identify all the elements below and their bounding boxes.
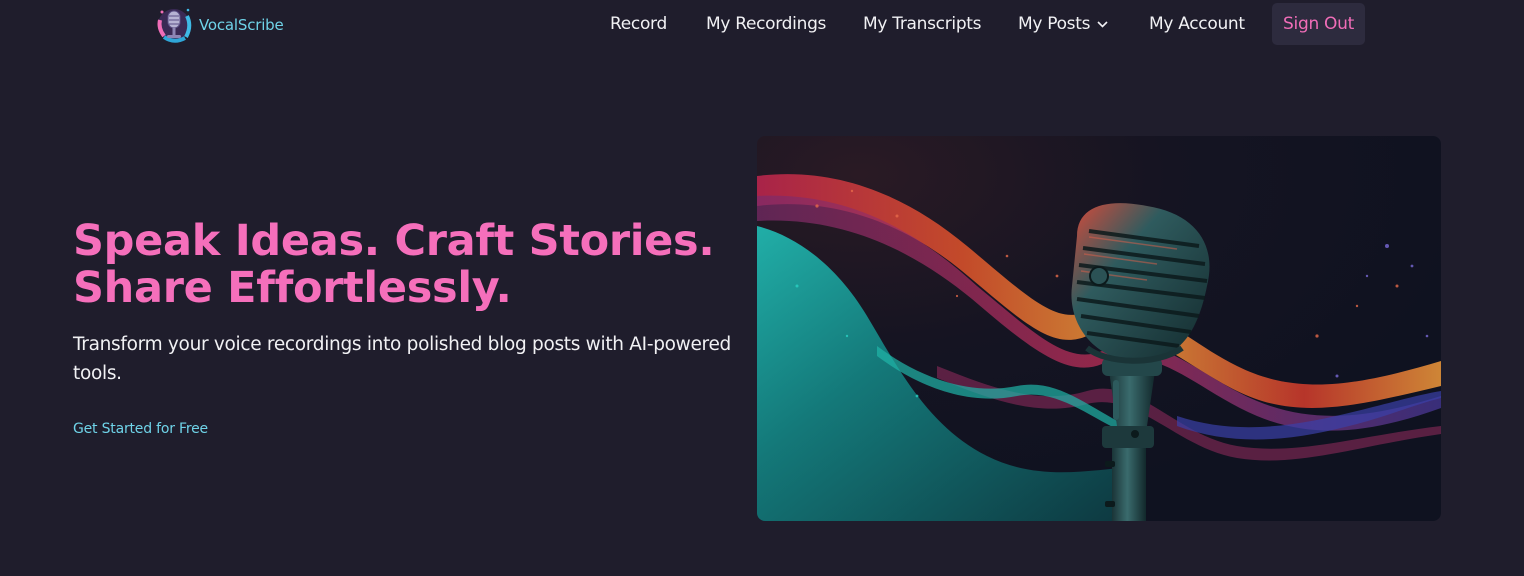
hero-subtitle: Transform your voice recordings into pol… <box>73 334 731 384</box>
microphone-sound-waves-illustration <box>757 136 1441 521</box>
chevron-down-icon <box>1097 20 1108 28</box>
nav-my-recordings[interactable]: My Recordings <box>706 3 826 45</box>
brand-name: VocalScribe <box>199 16 284 34</box>
get-started-link[interactable]: Get Started for Free <box>73 419 208 439</box>
microphone-logo-icon <box>157 8 192 43</box>
nav-my-posts-label: My Posts <box>1018 14 1091 34</box>
sign-out-button[interactable]: Sign Out <box>1272 3 1365 45</box>
hero-title: Speak Ideas. Craft Stories. Share Effort… <box>73 216 715 313</box>
nav-my-transcripts[interactable]: My Transcripts <box>863 3 982 45</box>
nav-my-account[interactable]: My Account <box>1149 3 1245 45</box>
nav-record[interactable]: Record <box>610 3 667 45</box>
brand-link[interactable]: VocalScribe <box>154 4 284 46</box>
top-navbar: VocalScribe Record My Recordings My Tran… <box>0 0 1524 48</box>
nav-my-posts-dropdown[interactable]: My Posts <box>1018 3 1108 45</box>
hero-title-line-2: Share Effortlessly. <box>73 263 512 313</box>
hero-title-line-1: Speak Ideas. Craft Stories. <box>73 216 715 266</box>
hero-image <box>757 136 1441 521</box>
